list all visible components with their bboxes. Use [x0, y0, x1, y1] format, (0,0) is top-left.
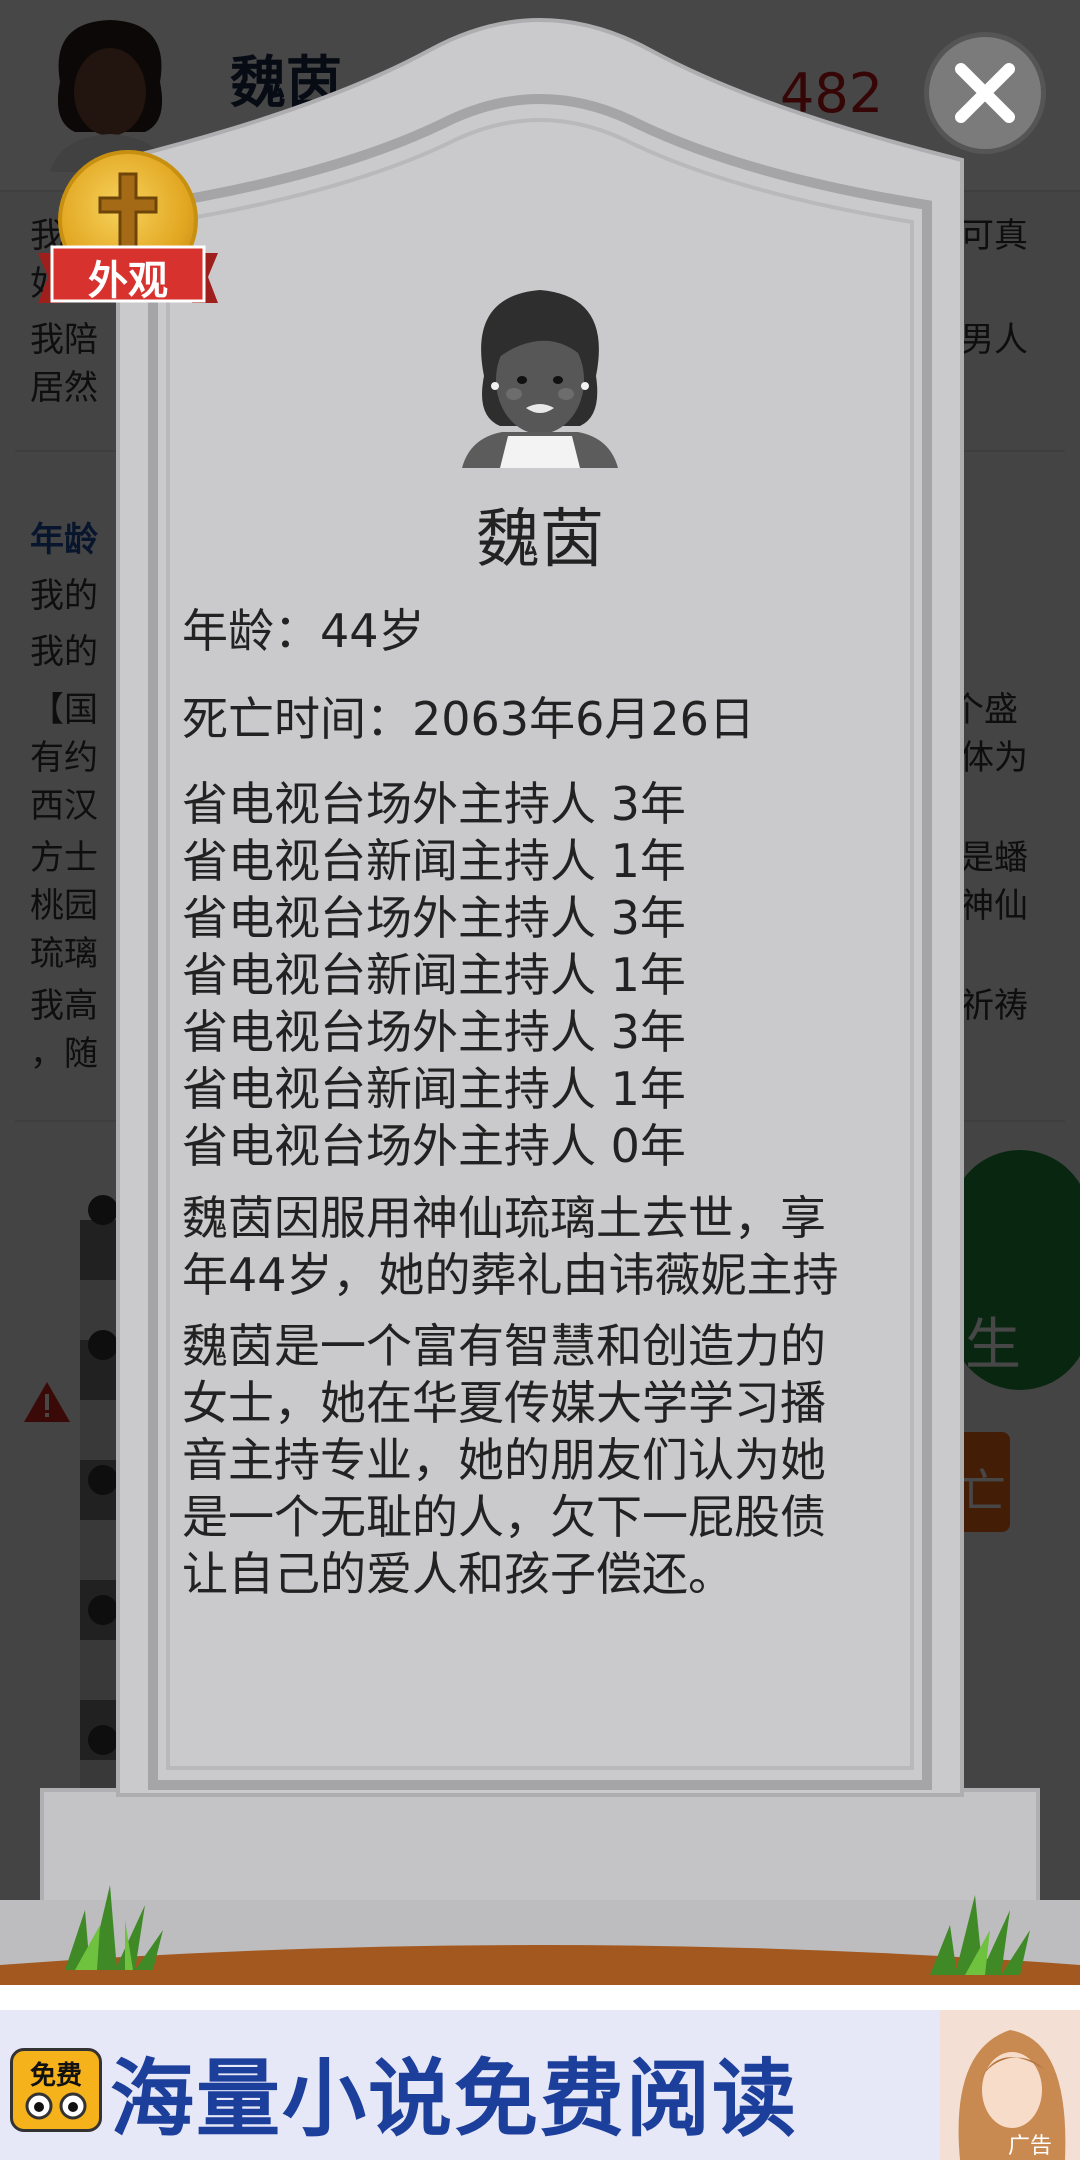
career-list: 省电视台场外主持人 3年 省电视台新闻主持人 1年 省电视台场外主持人 3年 省…: [182, 776, 686, 1175]
bio-line: 女士，她在华夏传媒大学学习播: [182, 1376, 826, 1430]
ad-tag: 广告: [1008, 2134, 1053, 2159]
appearance-button[interactable]: 外观: [38, 150, 218, 310]
deceased-name: 魏茵: [476, 503, 604, 577]
bio-line: 音主持专业，她的朋友们认为她: [182, 1433, 826, 1487]
ad-banner[interactable]: 免费 海量小说免费阅读: [0, 2010, 1080, 2160]
career-item: 省电视台新闻主持人 1年: [182, 948, 686, 1002]
appearance-label: 外观: [88, 258, 168, 304]
career-item: 省电视台新闻主持人 1年: [182, 1062, 686, 1116]
career-item: 省电视台新闻主持人 1年: [182, 834, 686, 888]
deceased-avatar: [462, 290, 618, 468]
ad-headline[interactable]: 海量小说免费阅读: [110, 2032, 798, 2153]
career-item: 省电视台场外主持人 0年: [182, 1119, 686, 1173]
death-line: 魏茵因服用神仙琉璃土去世，享: [182, 1191, 826, 1245]
death-description: 魏茵因服用神仙琉璃土去世，享 年44岁，她的葬礼由讳薇妮主持: [182, 1190, 902, 1304]
death-time: 死亡时间：2063年6月26日: [182, 692, 755, 746]
career-item: 省电视台场外主持人 3年: [182, 891, 686, 945]
ad-icon-label: 免费: [29, 2061, 82, 2091]
career-item: 省电视台场外主持人 3年: [182, 777, 686, 831]
grass-left-icon: [65, 1885, 163, 1970]
career-item: 省电视台场外主持人 3年: [182, 1005, 686, 1059]
deceased-age: 年龄：44岁: [182, 604, 425, 658]
death-line: 年44岁，她的葬礼由讳薇妮主持: [182, 1248, 839, 1302]
grass-right-icon: [930, 1895, 1030, 1975]
close-button[interactable]: [924, 32, 1046, 154]
biography: 魏茵是一个富有智慧和创造力的 女士，她在华夏传媒大学学习播 音主持专业，她的朋友…: [182, 1318, 902, 1603]
close-icon: [955, 63, 1015, 123]
ad-app-icon[interactable]: 免费: [10, 2048, 102, 2132]
bio-line: 是一个无耻的人，欠下一屁股债: [182, 1490, 826, 1544]
bio-line: 让自己的爱人和孩子偿还。: [182, 1547, 734, 1601]
bio-line: 魏茵是一个富有智慧和创造力的: [182, 1319, 826, 1373]
eyes-icon: [25, 2092, 87, 2120]
